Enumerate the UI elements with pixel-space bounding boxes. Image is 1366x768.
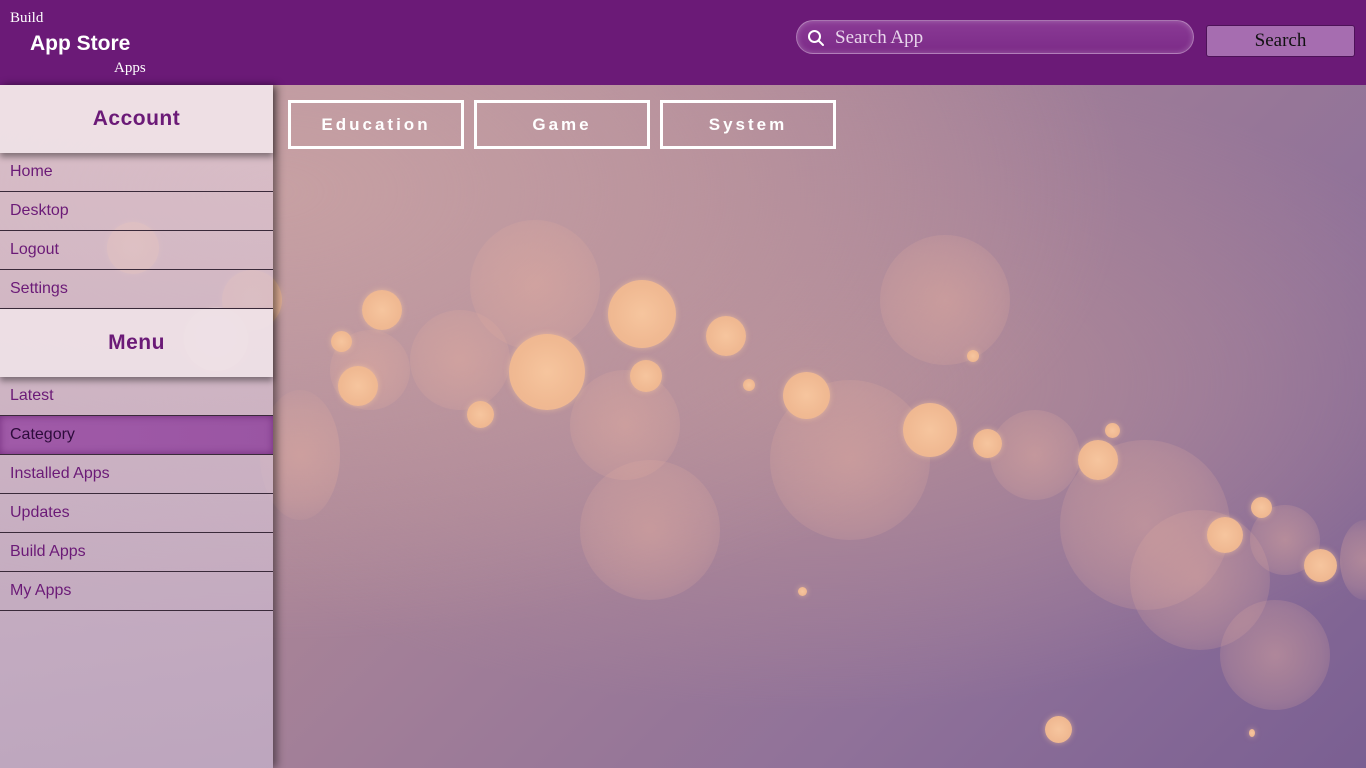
sidebar-item-logout[interactable]: Logout — [0, 231, 273, 270]
category-game-button[interactable]: Game — [474, 100, 650, 149]
sidebar-item-latest[interactable]: Latest — [0, 377, 273, 416]
app-logo[interactable]: Build App Store Apps — [0, 0, 270, 85]
search-input[interactable] — [833, 24, 1187, 52]
sidebar-item-my-apps[interactable]: My Apps — [0, 572, 273, 611]
sidebar: Account Home Desktop Logout Settings Men… — [0, 85, 273, 768]
menu-section-title: Menu — [0, 309, 273, 377]
search-icon — [807, 29, 825, 47]
logo-line-app-store: App Store — [30, 32, 131, 55]
sidebar-item-build-apps[interactable]: Build Apps — [0, 533, 273, 572]
sidebar-item-installed-apps[interactable]: Installed Apps — [0, 455, 273, 494]
sidebar-item-home[interactable]: Home — [0, 153, 273, 192]
search-button[interactable]: Search — [1206, 25, 1355, 57]
category-system-button[interactable]: System — [660, 100, 836, 149]
account-section-title: Account — [0, 85, 273, 153]
top-header: Build App Store Apps Search — [0, 0, 1366, 85]
sidebar-item-updates[interactable]: Updates — [0, 494, 273, 533]
sidebar-item-settings[interactable]: Settings — [0, 270, 273, 309]
sidebar-item-category[interactable]: Category — [0, 416, 273, 455]
logo-line-apps: Apps — [114, 60, 146, 76]
logo-line-build: Build — [10, 10, 44, 26]
search-bar — [796, 20, 1194, 54]
sidebar-item-desktop[interactable]: Desktop — [0, 192, 273, 231]
category-education-button[interactable]: Education — [288, 100, 464, 149]
